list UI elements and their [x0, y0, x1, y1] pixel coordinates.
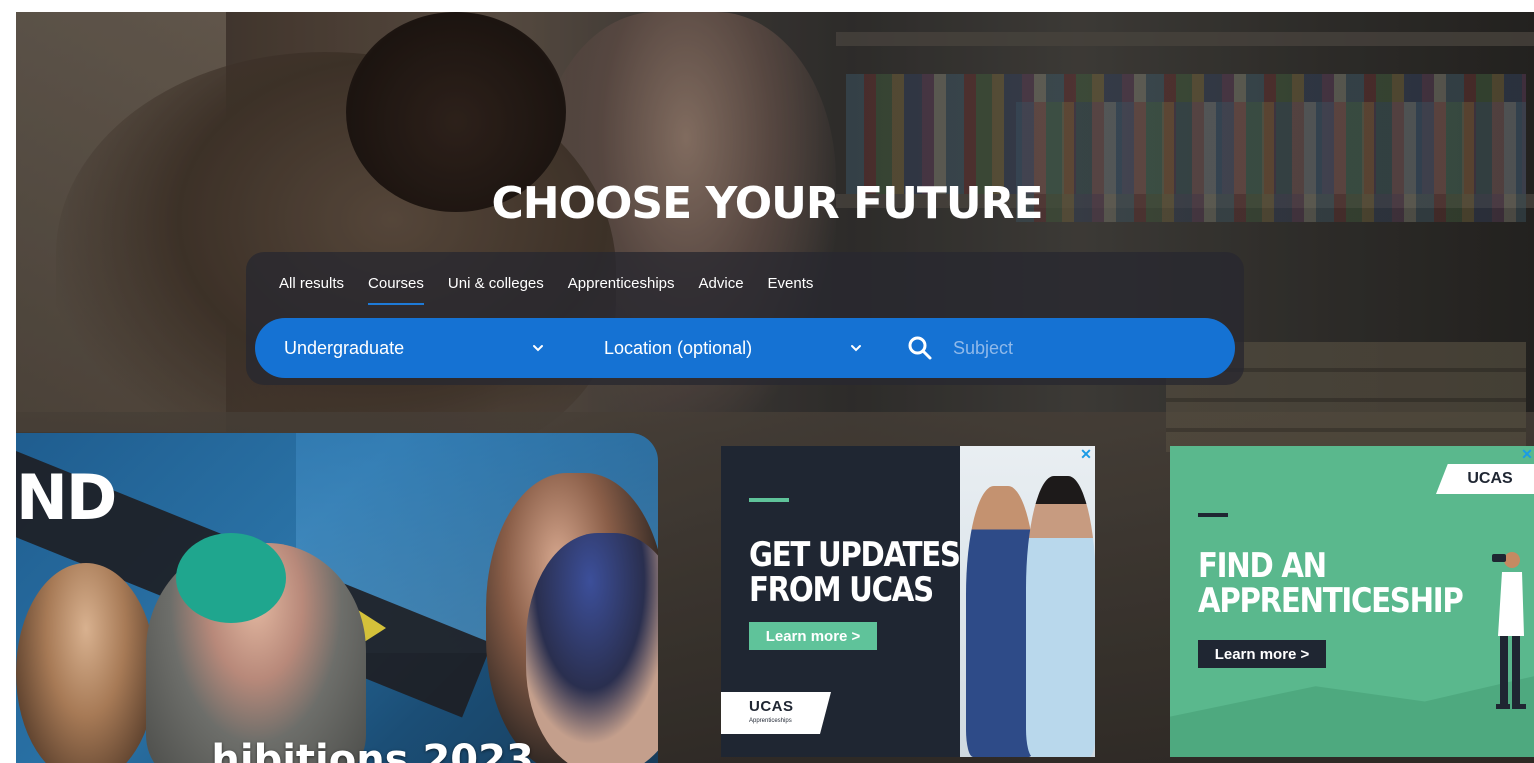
- search-icon[interactable]: [907, 335, 933, 361]
- person-left: [16, 563, 156, 763]
- close-icon[interactable]: ✕: [1079, 447, 1093, 461]
- nurse-figure: [1026, 476, 1095, 757]
- ad-accent-dash: [749, 498, 789, 502]
- hero-title: CHOOSE YOUR FUTURE: [491, 178, 1043, 229]
- logo-brand: UCAS: [749, 698, 794, 715]
- tab-all-results[interactable]: All results: [279, 275, 344, 305]
- study-level-select[interactable]: Undergraduate: [255, 318, 575, 378]
- ad-hill: [1170, 676, 1534, 757]
- ad-get-updates[interactable]: GET UPDATES FROM UCAS Learn more > UCAS A…: [721, 446, 1095, 757]
- subject-search: [893, 318, 1235, 378]
- person-blue-hair: [526, 533, 658, 763]
- ad-find-apprenticeship[interactable]: UCAS FIND AN APPRENTICESHIP Learn more >: [1170, 446, 1534, 757]
- learn-more-button[interactable]: Learn more >: [1198, 640, 1326, 668]
- location-value: Location (optional): [604, 337, 753, 358]
- chevron-down-icon: [533, 345, 543, 352]
- tab-uni-colleges[interactable]: Uni & colleges: [448, 275, 544, 305]
- close-icon[interactable]: ✕: [1520, 447, 1534, 461]
- green-hair: [176, 533, 286, 623]
- ucas-apprenticeships-logo: UCAS Apprenticeships: [721, 692, 831, 734]
- card-banner-text: ND: [16, 461, 117, 534]
- card-title: ..hibitions 2023: [181, 737, 534, 763]
- tab-events[interactable]: Events: [768, 275, 814, 305]
- ad-accent-dash: [1198, 513, 1228, 517]
- learn-more-button[interactable]: Learn more >: [749, 622, 877, 650]
- ucas-logo: UCAS: [1436, 464, 1534, 494]
- person-binoculars-illustration: [1492, 552, 1526, 709]
- exhibitions-card[interactable]: ND ..hibitions 2023: [16, 433, 658, 763]
- location-select[interactable]: Location (optional): [575, 318, 893, 378]
- ad-headline: FIND AN APPRENTICESHIP: [1198, 546, 1464, 621]
- tab-advice[interactable]: Advice: [699, 275, 744, 305]
- chevron-down-icon: [851, 345, 861, 352]
- ad-headline: GET UPDATES FROM UCAS: [749, 535, 961, 610]
- subject-input[interactable]: [953, 337, 1213, 359]
- search-tabs: All results Courses Uni & colleges Appre…: [279, 275, 837, 305]
- logo-sub: Apprenticeships: [749, 718, 792, 724]
- study-level-value: Undergraduate: [284, 337, 405, 358]
- search-bar: Undergraduate Location (optional): [255, 318, 1235, 378]
- tab-apprenticeships[interactable]: Apprenticeships: [568, 275, 675, 305]
- tab-courses[interactable]: Courses: [368, 275, 424, 305]
- page: CHOOSE YOUR FUTURE All results Courses U…: [0, 0, 1534, 763]
